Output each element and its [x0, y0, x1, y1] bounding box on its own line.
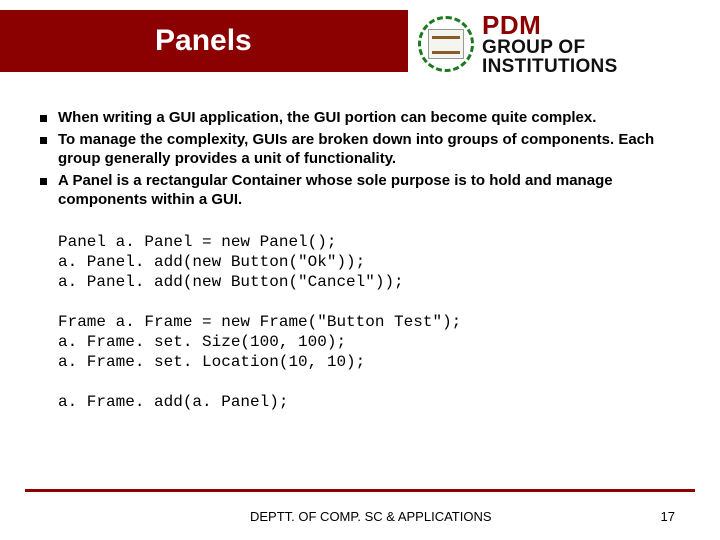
code-line: a. Panel. add(new Button("Ok")); — [58, 252, 680, 272]
list-item: When writing a GUI application, the GUI … — [40, 108, 680, 128]
slide-content: When writing a GUI application, the GUI … — [0, 76, 720, 412]
code-line: Panel a. Panel = new Panel(); — [58, 232, 680, 252]
seal-icon — [418, 16, 474, 72]
logo-line2: INSTITUTIONS — [482, 57, 618, 76]
code-line: a. Frame. set. Location(10, 10); — [58, 352, 680, 372]
bullet-list: When writing a GUI application, the GUI … — [40, 108, 680, 210]
footer-department: DEPTT. OF COMP. SC & APPLICATIONS — [250, 509, 492, 524]
institution-logo: PDM GROUP OF INSTITUTIONS — [418, 12, 618, 76]
list-item: A Panel is a rectangular Container whose… — [40, 171, 680, 210]
code-line: a. Frame. set. Size(100, 100); — [58, 332, 680, 352]
slide-header: Panels PDM GROUP OF INSTITUTIONS — [0, 0, 720, 76]
list-item: To manage the complexity, GUIs are broke… — [40, 130, 680, 169]
code-section: Panel a. Panel = new Panel(); a. Panel. … — [40, 232, 680, 412]
code-block-3: a. Frame. add(a. Panel); — [58, 392, 680, 412]
code-line: Frame a. Frame = new Frame("Button Test"… — [58, 312, 680, 332]
logo-line1: GROUP OF — [482, 38, 618, 57]
slide-footer: DEPTT. OF COMP. SC & APPLICATIONS 17 — [0, 509, 720, 524]
logo-text: PDM GROUP OF INSTITUTIONS — [482, 12, 618, 76]
code-line: a. Panel. add(new Button("Cancel")); — [58, 272, 680, 292]
code-line: a. Frame. add(a. Panel); — [58, 392, 680, 412]
code-block-1: Panel a. Panel = new Panel(); a. Panel. … — [58, 232, 680, 292]
logo-top: PDM — [482, 12, 618, 38]
code-block-2: Frame a. Frame = new Frame("Button Test"… — [58, 312, 680, 372]
footer-divider — [25, 489, 695, 492]
page-number: 17 — [661, 509, 675, 524]
slide-title: Panels — [0, 10, 408, 72]
